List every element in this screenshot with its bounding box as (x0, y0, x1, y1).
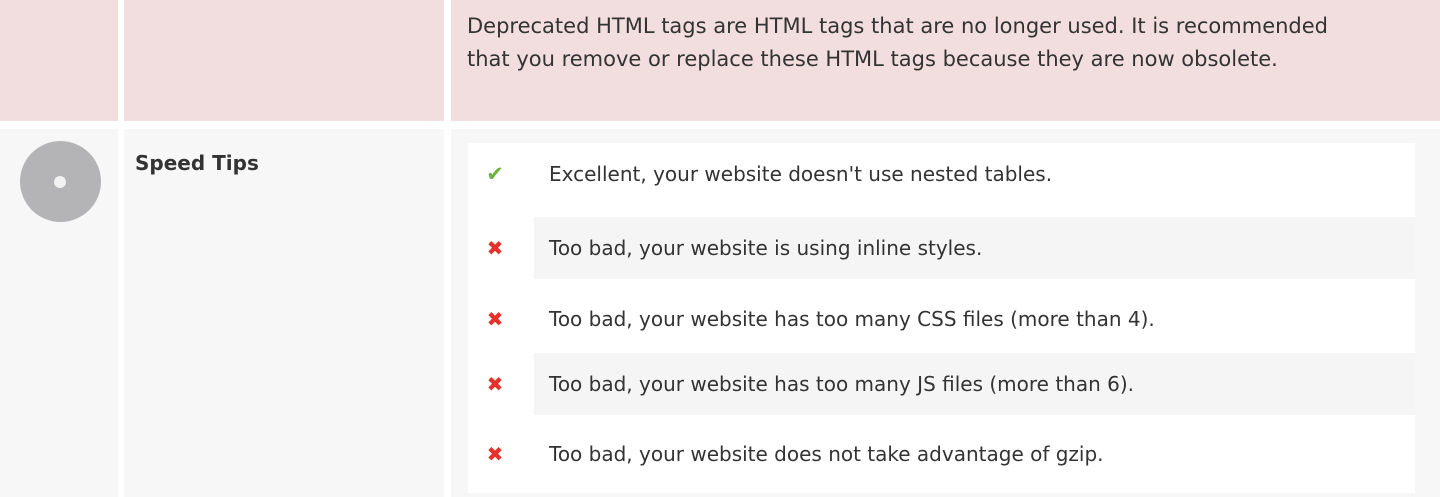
deprecated-tags-row: Deprecated HTML tags are HTML tags that … (0, 0, 1440, 121)
speed-tips-list: ✔ Excellent, your website doesn't use ne… (468, 143, 1415, 493)
cross-icon: ✖ (486, 236, 504, 260)
list-item: ✖ Too bad, your website has too many JS … (468, 353, 1415, 415)
status-dot (54, 176, 66, 188)
speed-tips-row: Speed Tips ✔ Excellent, your website doe… (0, 129, 1440, 497)
list-item: ✖ Too bad, your website does not take ad… (468, 423, 1415, 485)
cross-icon: ✖ (486, 442, 504, 466)
speed-tips-title: Speed Tips (135, 151, 259, 175)
tip-text: Too bad, your website does not take adva… (549, 442, 1104, 466)
cross-icon: ✖ (486, 307, 504, 331)
tip-text: Too bad, your website has too many JS fi… (549, 372, 1135, 396)
tip-text: Too bad, your website has too many CSS f… (549, 307, 1155, 331)
list-item: ✔ Excellent, your website doesn't use ne… (468, 143, 1415, 205)
label-cell: Speed Tips (124, 129, 444, 497)
deprecated-description: Deprecated HTML tags are HTML tags that … (467, 14, 1328, 71)
status-cell (0, 0, 118, 121)
neutral-status-icon (20, 141, 101, 222)
check-icon: ✔ (486, 162, 504, 186)
label-cell (124, 0, 444, 121)
cross-icon: ✖ (486, 372, 504, 396)
status-cell (0, 129, 118, 497)
list-item: ✖ Too bad, your website is using inline … (468, 217, 1415, 279)
tip-text: Too bad, your website is using inline st… (549, 236, 983, 260)
list-item: ✖ Too bad, your website has too many CSS… (468, 288, 1415, 350)
tip-text: Excellent, your website doesn't use nest… (549, 162, 1053, 186)
